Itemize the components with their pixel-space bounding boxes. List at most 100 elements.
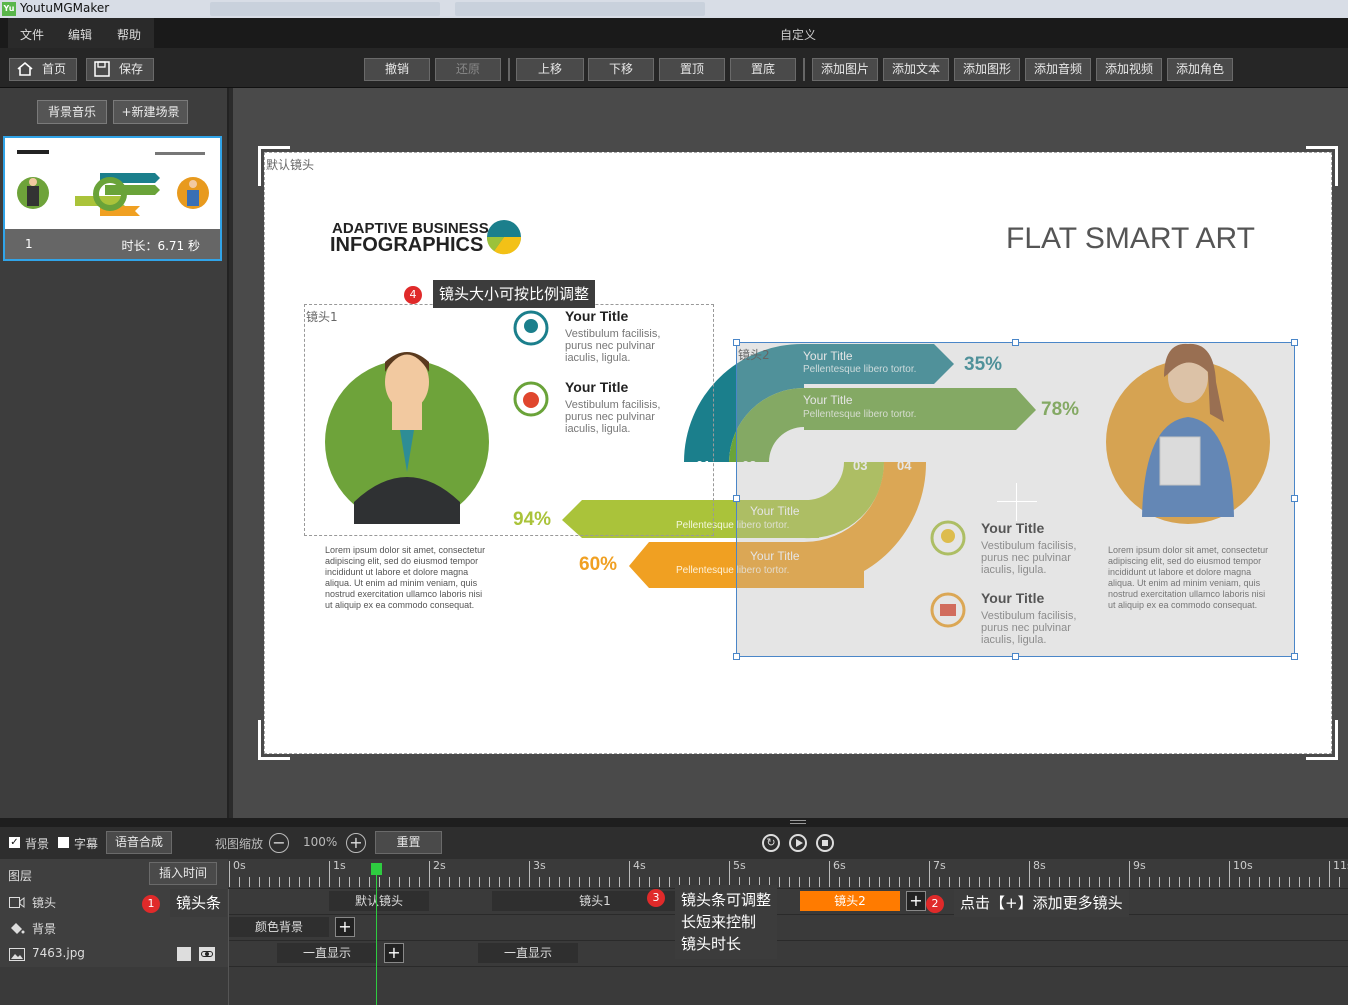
lorem-line: ut aliquip ex ea commodo consequat. (325, 600, 475, 610)
ruler-tick (1029, 861, 1030, 887)
lens-clip[interactable]: 默认镜头 (329, 891, 429, 911)
lens-clip[interactable]: 镜头1 (492, 891, 698, 911)
ruler-tick (1339, 877, 1340, 887)
ruler-tick (959, 877, 960, 887)
add-role-button[interactable]: 添加角色 (1167, 58, 1233, 81)
ruler-tick (459, 877, 460, 887)
subtitle-checkbox-label: 字幕 (74, 837, 99, 851)
background-clip[interactable]: 颜色背景 (229, 917, 329, 937)
ruler-tick (479, 877, 480, 887)
visibility-toggle[interactable] (199, 947, 215, 961)
ruler-tick (319, 877, 320, 887)
send-to-bottom-button[interactable]: 置底 (730, 58, 796, 81)
resize-handle[interactable] (1012, 339, 1019, 346)
scene-index: 1 (25, 237, 33, 251)
background-checkbox[interactable]: ✓ (9, 837, 20, 848)
ruler-tick (1129, 861, 1130, 887)
resize-handle[interactable] (1291, 653, 1298, 660)
ruler-tick (1279, 877, 1280, 887)
add-lens-button[interactable]: + (906, 891, 926, 911)
ruler-tick (999, 877, 1000, 887)
add-video-button[interactable]: 添加视频 (1096, 58, 1162, 81)
resize-handle[interactable] (1291, 495, 1298, 502)
stage-canvas[interactable]: 默认镜头 ADAPTIVE BUSINESS INFOGRAPHICS FLAT… (264, 152, 1332, 754)
move-up-button[interactable]: 上移 (516, 58, 584, 81)
ruler-tick-label: 1s (333, 859, 346, 872)
ruler-tick (1159, 877, 1160, 887)
move-down-button[interactable]: 下移 (588, 58, 654, 81)
add-shape-button[interactable]: 添加图形 (954, 58, 1020, 81)
tip-lens-bar: 镜头条 (170, 889, 228, 917)
menu-edit[interactable]: 编辑 (68, 26, 92, 43)
replay-icon[interactable]: ↻ (762, 834, 780, 852)
tts-button[interactable]: 语音合成 (106, 831, 172, 854)
layers-header: 图层 插入时间 (0, 859, 228, 889)
scene-thumbnail[interactable]: 1 时长：6.71 秒 (3, 136, 222, 261)
resize-handle[interactable] (1012, 653, 1019, 660)
bring-to-top-button[interactable]: 置顶 (659, 58, 725, 81)
panel-splitter[interactable] (0, 818, 1348, 827)
playhead-handle[interactable] (371, 863, 382, 875)
ruler-tick (929, 861, 930, 887)
add-text-button[interactable]: 添加文本 (883, 58, 949, 81)
save-button[interactable]: 保存 (86, 58, 154, 81)
stop-icon[interactable] (816, 834, 834, 852)
redo-button[interactable]: 还原 (435, 58, 501, 81)
insert-time-button[interactable]: 插入时间 (149, 862, 217, 885)
menu-help[interactable]: 帮助 (117, 26, 141, 43)
lens2-frame[interactable] (733, 339, 1298, 660)
menu-file[interactable]: 文件 (20, 26, 44, 43)
ruler-tick (1079, 877, 1080, 887)
background-checkbox-label: 背景 (25, 837, 50, 851)
ruler-tick (859, 877, 860, 887)
new-scene-button[interactable]: +新建场景 (113, 100, 188, 124)
undo-button[interactable]: 撤销 (364, 58, 430, 81)
resize-handle[interactable] (733, 339, 740, 346)
add-audio-button[interactable]: 添加音频 (1025, 58, 1091, 81)
background-music-button[interactable]: 背景音乐 (37, 100, 107, 124)
image-clip[interactable]: 一直显示 (478, 943, 578, 963)
add-background-button[interactable]: + (335, 917, 355, 937)
time-ruler[interactable]: 0s 1s 2s 3s 4s 5s 6s 7s 8s 9s 10s 11s (229, 859, 1348, 889)
home-button[interactable]: 首页 (9, 58, 77, 81)
lock-toggle[interactable] (177, 947, 191, 961)
center-crosshair (997, 501, 1037, 502)
tip-add-lens: 点击【+】添加更多镜头 (954, 889, 1129, 917)
reset-button[interactable]: 重置 (375, 831, 442, 854)
ruler-tick (1269, 877, 1270, 887)
tip-resize-lens: 镜头大小可按比例调整 (433, 280, 596, 308)
ruler-tick (1069, 877, 1070, 887)
timeline-ruler-row: 图层 插入时间 0s 1s 2s 3s 4s 5s 6s 7s 8s 9s 10s 11s (0, 859, 1348, 889)
playhead[interactable] (376, 869, 377, 1005)
zoom-out-icon[interactable]: − (269, 833, 289, 853)
ruler-tick (1299, 877, 1300, 887)
ruler-tick (989, 877, 990, 887)
ruler-tick (1109, 877, 1110, 887)
play-icon[interactable] (789, 834, 807, 852)
resize-handle[interactable] (733, 653, 740, 660)
save-label: 保存 (118, 62, 143, 76)
marker-badge: 4 (404, 286, 422, 304)
ruler-tick (469, 877, 470, 887)
home-label: 首页 (41, 62, 66, 76)
ruler-tick (559, 877, 560, 887)
ruler-tick (809, 877, 810, 887)
ruler-tick (429, 861, 430, 887)
add-image-button[interactable]: 添加图片 (812, 58, 878, 81)
lens-clip-selected[interactable]: 镜头2 (800, 891, 900, 911)
ruler-tick-label: 10s (1233, 859, 1253, 872)
resize-handle[interactable] (1291, 339, 1298, 346)
lens1-frame[interactable] (304, 304, 714, 536)
ruler-tick (1139, 877, 1140, 887)
image-icon (9, 948, 25, 961)
ruler-tick (399, 877, 400, 887)
ruler-tick (369, 877, 370, 887)
subtitle-checkbox[interactable] (58, 837, 69, 848)
resize-handle[interactable] (733, 495, 740, 502)
marker-badge: 1 (142, 895, 160, 913)
zoom-in-icon[interactable]: + (346, 833, 366, 853)
ruler-tick (1089, 877, 1090, 887)
add-image-clip-button[interactable]: + (384, 943, 404, 963)
ruler-tick (389, 877, 390, 887)
image-clip[interactable]: 一直显示 (277, 943, 377, 963)
